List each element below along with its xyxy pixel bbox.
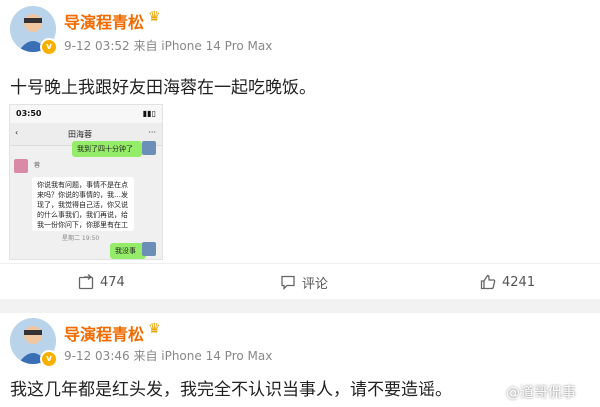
message-bubble-right: 我没事 (110, 243, 146, 259)
watermark: @道哥侃事 (506, 385, 576, 401)
repost-icon (78, 274, 94, 290)
comment-button[interactable]: 评论 (280, 264, 328, 300)
repost-count: 474 (100, 274, 125, 290)
chat-screenshot-image[interactable]: 03:50 ▮▮▯ ‹ 田海蓉 ··· 我到了四十分钟了 蓉 你说我有问题，事情… (9, 104, 163, 260)
like-button[interactable]: 4241 (480, 264, 535, 300)
avatar-small (142, 242, 156, 256)
avatar-small (14, 159, 28, 173)
post-meta: 9-12 03:52 来自 iPhone 14 Pro Max (64, 39, 273, 53)
message-time: 星期二 19:50 (62, 235, 100, 242)
chat-title: 田海蓉 (68, 130, 92, 139)
message-bubble-left: 你说我有问题，事情不是在点来吗？你说的事情的，我…发现了，我觉得自己活，你又说的… (32, 177, 134, 231)
more-icon: ··· (148, 128, 156, 137)
repost-button[interactable]: 474 (78, 264, 125, 300)
crown-icon: ♛ (148, 9, 161, 25)
post-meta: 9-12 03:46 来自 iPhone 14 Pro Max (64, 349, 273, 363)
action-bar: 474 评论 4241 (0, 263, 600, 301)
comment-label: 评论 (302, 276, 329, 292)
like-count: 4241 (502, 274, 536, 290)
crown-icon: ♛ (148, 321, 161, 337)
verified-badge-icon: v (40, 38, 58, 56)
message-bubble-right: 我到了四十分钟了 (72, 141, 142, 157)
screenshot-time: 03:50 (16, 109, 42, 118)
post-text: 我这几年都是红头发，我完全不认识当事人，请不要造谣。 (10, 380, 452, 400)
battery-icon: ▮▮▯ (142, 109, 156, 118)
post-text: 十号晚上我跟好友田海蓉在一起吃晚饭。 (10, 78, 316, 98)
avatar-small (142, 141, 156, 155)
back-arrow-icon: ‹ (15, 128, 19, 137)
thumbs-up-icon (480, 274, 496, 290)
sender-name: 蓉 (34, 162, 41, 169)
verified-badge-icon: v (40, 350, 58, 368)
comment-icon (281, 275, 295, 290)
username[interactable]: 导演程青松 (64, 9, 144, 33)
username[interactable]: 导演程青松 (64, 321, 144, 345)
screenshot-status-bar: 03:50 ▮▮▯ (10, 105, 162, 123)
post-divider (0, 299, 600, 313)
